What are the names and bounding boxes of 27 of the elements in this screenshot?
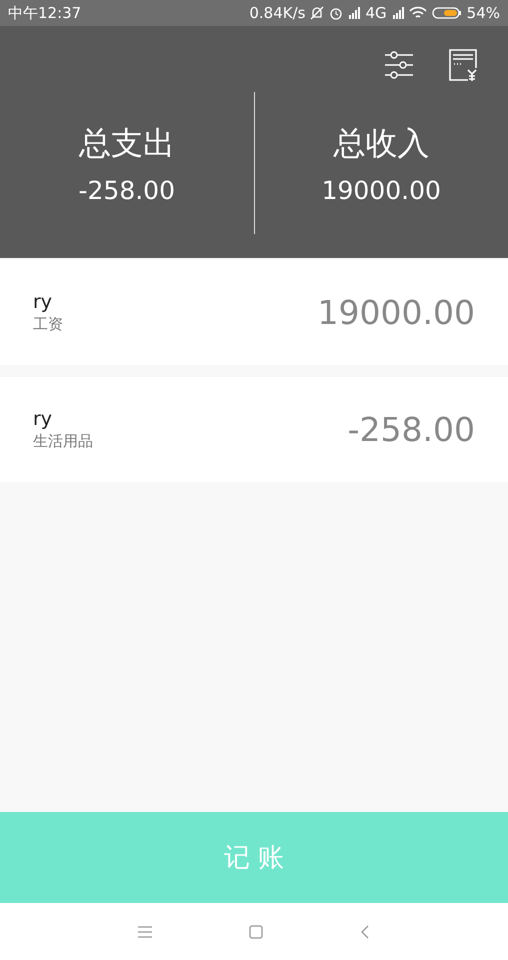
total-amount: -258.00 [78,176,175,204]
record-category: 生活用品 [33,432,93,451]
record-amount: 19000.00 [318,293,475,332]
record-item[interactable]: ry 工资 19000.00 [0,260,508,365]
signal-icon [392,7,404,19]
wifi-icon [408,6,427,20]
record-amount: -258.00 [348,410,475,449]
signal-icon [348,7,360,19]
menu-icon[interactable] [138,926,152,938]
battery-percent: 54% [466,4,500,22]
bell-muted-icon [310,6,324,20]
record-item[interactable]: ry 生活用品 -258.00 [0,377,508,482]
total-amount: 19000.00 [322,176,441,204]
alarm-icon [329,6,344,20]
record-name: ry [33,408,54,430]
status-time: 中午12:37 [8,4,82,22]
record-name: ry [33,291,54,313]
network-type: 4G [365,4,387,22]
total-label: 总支出 [78,122,175,164]
sliders-icon[interactable] [384,50,414,80]
total-label: 总收入 [333,122,430,164]
receipt-icon[interactable] [448,48,478,82]
record-category: 工资 [33,315,63,334]
back-icon[interactable] [360,924,370,938]
home-icon[interactable] [248,924,263,938]
network-speed: 0.84K/s [249,4,306,22]
battery-icon [432,6,462,20]
